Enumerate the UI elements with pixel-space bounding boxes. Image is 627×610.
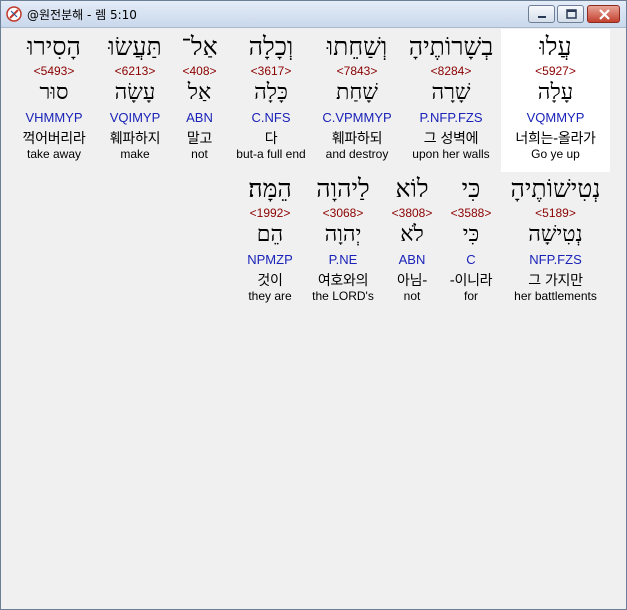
- hebrew-word: הֵמָּה׃: [248, 174, 292, 203]
- lemma: סוּר: [39, 80, 69, 105]
- korean-gloss: 다: [264, 131, 278, 147]
- hebrew-word: וְכָלָה: [248, 32, 294, 61]
- interlinear-panel: עֲלוּ <5927> עָלָה VQMMYP 너희는-올라가 Go ye …: [3, 29, 624, 607]
- lemma: עָלָה: [537, 80, 574, 105]
- word-cell[interactable]: הָסִירוּ <5493> סוּר VHMMYP 꺽어버리라 take a…: [13, 29, 95, 172]
- strong-number: <8284>: [430, 64, 472, 78]
- strong-number: <3588>: [450, 206, 492, 220]
- strong-number: <5927>: [535, 64, 576, 78]
- korean-gloss: 꺽어버리라: [22, 131, 86, 147]
- korean-gloss: 그 성벽에: [423, 131, 479, 147]
- hebrew-word: נְטִישׁוֹתֶיהָ: [510, 174, 601, 203]
- strong-number: <3617>: [250, 64, 292, 78]
- lemma: לֹא: [400, 222, 424, 247]
- app-icon: [6, 6, 22, 22]
- strong-number: <7843>: [336, 64, 378, 78]
- korean-gloss: 여호와의: [317, 273, 369, 289]
- english-gloss: her battlements: [514, 289, 597, 303]
- word-cell[interactable]: הֵמָּה׃ <1992> הֵם NPMZP 것이 they are: [239, 171, 301, 314]
- morphology-code: VHMMYP: [25, 110, 83, 125]
- minimize-icon: [538, 16, 546, 18]
- title-bar[interactable]: @원전분해 - 렘 5:10: [1, 1, 626, 28]
- hebrew-word: בְשָׁרוֹתֶיהָ: [408, 32, 494, 61]
- hebrew-word: לוֹא: [395, 174, 429, 203]
- hebrew-word: הָסִירוּ: [27, 32, 81, 61]
- morphology-code: VQIMYP: [109, 110, 161, 125]
- strong-number: <6213>: [114, 64, 156, 78]
- korean-gloss: -이니라: [449, 273, 493, 289]
- korean-gloss: 아님-: [397, 273, 427, 289]
- english-gloss: but-a full end: [236, 147, 306, 161]
- strong-number: <3068>: [322, 206, 364, 220]
- morphology-code: NPMZP: [247, 252, 293, 267]
- strong-number: <3808>: [391, 206, 433, 220]
- lemma: נְטִישָׁה: [528, 222, 583, 247]
- korean-gloss: 너희는-올라가: [515, 131, 596, 147]
- korean-gloss: 말고: [186, 131, 213, 147]
- morphology-code: NFP.FZS: [529, 252, 582, 267]
- hebrew-word: כִּי: [461, 174, 481, 203]
- word-cell[interactable]: נְטִישׁוֹתֶיהָ <5189> נְטִישָׁה NFP.FZS …: [505, 171, 606, 314]
- word-cell[interactable]: לוֹא <3808> לֹא ABN 아님- not: [387, 171, 437, 314]
- english-gloss: Go ye up: [531, 147, 580, 161]
- lemma: כָּלָה: [254, 80, 288, 105]
- korean-gloss: 훼파하지: [109, 131, 161, 147]
- hebrew-word: תַּעֲשׂוּ: [108, 32, 162, 61]
- hebrew-word: עֲלוּ: [539, 32, 572, 61]
- app-window: @원전분해 - 렘 5:10 עֲלוּ <5927> עָלָה VQMMYP…: [0, 0, 627, 610]
- english-gloss: and destroy: [325, 147, 389, 161]
- word-cell[interactable]: וְשַׁחֵתוּ <7843> שָׁחַת C.VPMMYP 훼파하되 a…: [314, 29, 400, 172]
- morphology-code: C.NFS: [251, 110, 291, 125]
- strong-number: <5189>: [535, 206, 576, 220]
- korean-gloss: 훼파하되: [331, 131, 383, 147]
- word-cell[interactable]: בְשָׁרוֹתֶיהָ <8284> שָׁרָה P.NFP.FZS 그 …: [401, 29, 501, 172]
- word-cell[interactable]: כִּי <3588> כִּי C -이니라 for: [446, 171, 496, 314]
- hebrew-word: וְשַׁחֵתוּ: [326, 32, 388, 61]
- maximize-button[interactable]: [557, 5, 584, 23]
- korean-gloss: 그 가지만: [528, 273, 583, 289]
- strong-number: <1992>: [249, 206, 291, 220]
- english-gloss: not: [403, 289, 421, 303]
- maximize-icon: [566, 9, 577, 19]
- hebrew-word: לַיהוָה: [316, 174, 370, 203]
- strong-number: <408>: [182, 64, 217, 78]
- morphology-code: C: [466, 252, 476, 267]
- morphology-code: P.NFP.FZS: [419, 110, 483, 125]
- english-gloss: the LORD's: [312, 289, 374, 303]
- minimize-button[interactable]: [528, 5, 555, 23]
- close-button[interactable]: [587, 5, 620, 23]
- morphology-code: ABN: [398, 252, 426, 267]
- english-gloss: they are: [248, 289, 292, 303]
- lemma: שָׁחַת: [335, 80, 378, 105]
- word-cell[interactable]: אַל־ <408> אַל ABN 말고 not: [175, 29, 224, 172]
- word-cell[interactable]: עֲלוּ <5927> עָלָה VQMMYP 너희는-올라가 Go ye …: [501, 29, 610, 172]
- lemma: עָשָׂה: [114, 80, 156, 105]
- lemma: יְהוָה: [324, 222, 362, 247]
- morphology-code: C.VPMMYP: [322, 110, 392, 125]
- lemma: כִּי: [462, 222, 480, 247]
- morphology-code: P.NE: [328, 252, 358, 267]
- word-cell[interactable]: תַּעֲשׂוּ <6213> עָשָׂה VQIMYP 훼파하지 make: [99, 29, 171, 172]
- word-cell[interactable]: לַיהוָה <3068> יְהוָה P.NE 여호와의 the LORD…: [305, 171, 381, 314]
- english-gloss: for: [463, 289, 478, 303]
- english-gloss: upon her walls: [412, 147, 490, 161]
- english-gloss: make: [120, 147, 150, 161]
- word-cell[interactable]: וְכָלָה <3617> כָּלָה C.NFS 다 but-a full…: [230, 29, 312, 172]
- english-gloss: take away: [26, 147, 82, 161]
- lemma: הֵם: [256, 222, 284, 247]
- morphology-code: VQMMYP: [526, 110, 585, 125]
- close-icon: [599, 9, 610, 20]
- english-gloss: not: [191, 147, 208, 161]
- lemma: שָׁרָה: [431, 80, 471, 105]
- lemma: אַל: [187, 80, 212, 105]
- morphology-code: ABN: [186, 110, 213, 125]
- hebrew-word: אַל־: [181, 32, 218, 61]
- strong-number: <5493>: [33, 64, 75, 78]
- korean-gloss: 것이: [257, 273, 283, 289]
- window-title: @원전분해 - 렘 5:10: [27, 8, 137, 22]
